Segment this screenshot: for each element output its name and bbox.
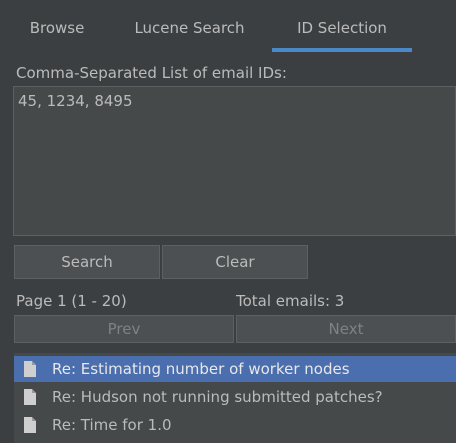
email-results-list: Re: Estimating number of worker nodes Re… xyxy=(14,353,456,443)
email-subject: Re: Time for 1.0 xyxy=(52,416,172,434)
page-indicator: Page 1 (1 - 20) xyxy=(16,292,127,310)
document-icon xyxy=(24,389,36,405)
email-ids-label: Comma-Separated List of email IDs: xyxy=(16,64,287,82)
prev-page-button[interactable]: Prev xyxy=(14,315,234,343)
email-ids-input[interactable]: 45, 1234, 8495 xyxy=(13,86,456,236)
total-emails-count: Total emails: 3 xyxy=(236,292,345,310)
list-item[interactable]: Re: Time for 1.0 xyxy=(14,412,456,438)
active-tab-indicator xyxy=(272,48,412,52)
clear-button[interactable]: Clear xyxy=(162,245,308,279)
tab-id-selection[interactable]: ID Selection xyxy=(272,0,412,52)
tab-bar: Browse Lucene Search ID Selection xyxy=(0,0,456,52)
search-button[interactable]: Search xyxy=(14,245,160,279)
document-icon xyxy=(24,417,36,433)
tab-lucene-search[interactable]: Lucene Search xyxy=(112,0,267,52)
list-item[interactable]: Re: Hudson not running submitted patches… xyxy=(14,384,456,410)
next-page-button[interactable]: Next xyxy=(236,315,456,343)
tab-browse[interactable]: Browse xyxy=(12,0,102,52)
email-subject: Re: Hudson not running submitted patches… xyxy=(52,388,383,406)
email-subject: Re: Estimating number of worker nodes xyxy=(52,360,350,378)
list-item[interactable]: Re: Estimating number of worker nodes xyxy=(14,356,456,382)
document-icon xyxy=(24,361,36,377)
